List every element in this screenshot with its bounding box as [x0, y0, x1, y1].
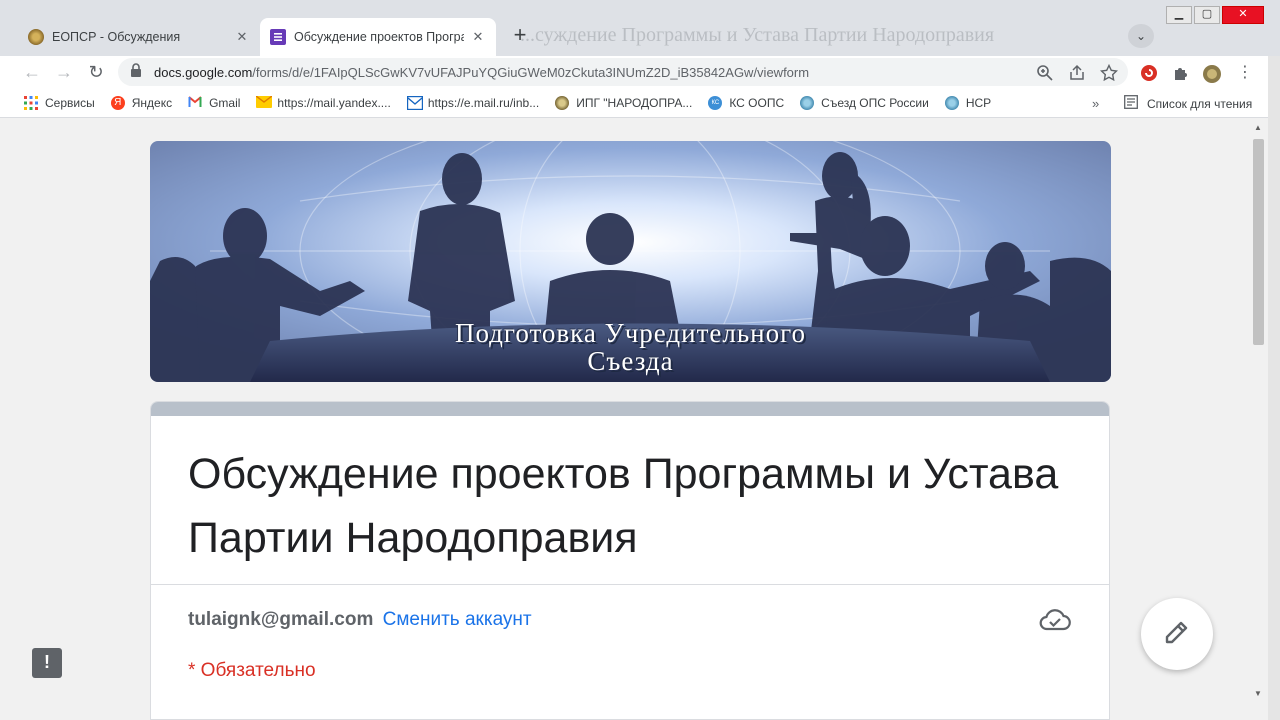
more-bookmarks-button[interactable]: »	[1092, 96, 1099, 111]
tab-google-form[interactable]: Обсуждение проектов Програм ✕	[260, 18, 496, 56]
zoom-icon[interactable]	[1036, 64, 1054, 82]
site-emblem-icon	[28, 29, 44, 45]
bookmark-label: Яндекс	[131, 95, 173, 110]
bookmark-nsr[interactable]: НСР	[944, 95, 992, 110]
bookmarks-bar: Сервисы Я Яндекс Gmail https://mail.yand…	[0, 88, 1280, 118]
extension-red-icon[interactable]	[1140, 64, 1158, 82]
cloud-saved-icon	[1039, 607, 1071, 633]
tab-title: Обсуждение проектов Програм	[294, 30, 464, 44]
menu-kebab-icon[interactable]: ⋮	[1236, 64, 1254, 82]
edit-response-button[interactable]	[1141, 598, 1213, 670]
bookmark-label: Съезд ОПС России	[821, 95, 929, 110]
reading-list-button[interactable]: Список для чтения	[1124, 95, 1252, 112]
page-scrollbar[interactable]: ▲ ▼	[1250, 119, 1268, 720]
gmail-icon	[188, 95, 202, 110]
bookmark-label: https://e.mail.ru/inb...	[427, 95, 540, 110]
bookmark-label: Gmail	[209, 95, 241, 110]
bookmark-star-icon[interactable]	[1099, 63, 1119, 82]
bookmark-yandex[interactable]: Я Яндекс	[110, 95, 173, 110]
apps-grid-icon	[24, 95, 38, 110]
required-note: * Обязательно	[188, 660, 316, 681]
forward-button[interactable]: →	[52, 60, 76, 84]
share-icon[interactable]	[1068, 64, 1086, 82]
new-tab-button[interactable]: +	[508, 24, 532, 48]
bookmark-ops-congress[interactable]: Съезд ОПС России	[800, 95, 929, 110]
tab-title: ЕОПСР - Обсуждения	[52, 30, 181, 44]
bookmark-label: Сервисы	[45, 95, 95, 110]
bookmark-ks-oops[interactable]: КС КС ООПС	[708, 95, 785, 110]
globe-icon	[944, 95, 959, 110]
mail-envelope-icon	[256, 94, 273, 110]
globe-icon	[800, 95, 815, 110]
bookmark-ipg[interactable]: ИПГ "НАРОДОПРА...	[555, 95, 693, 110]
close-icon[interactable]: ✕	[234, 29, 250, 45]
maximize-button[interactable]: ▢	[1194, 6, 1220, 24]
tab-eopsr[interactable]: ЕОПСР - Обсуждения ✕	[18, 18, 260, 56]
background-window-title: ...суждение Программы и Устава Партии На…	[520, 24, 995, 46]
window-border	[1268, 56, 1280, 720]
close-window-button[interactable]: ✕	[1222, 6, 1264, 24]
extensions-puzzle-icon[interactable]	[1172, 64, 1190, 82]
ks-icon: КС	[708, 95, 723, 110]
reading-list-icon	[1124, 95, 1138, 112]
bookmark-label: КС ООПС	[729, 95, 785, 110]
mailru-icon	[406, 95, 424, 110]
bookmark-label: НСР	[965, 95, 992, 110]
banner-heading-line2: Съезда	[587, 346, 674, 376]
google-forms-icon	[270, 29, 286, 45]
browser-toolbar: ← → ↻ docs.google.com/forms/d/e/1FAIpQLS…	[0, 56, 1280, 88]
scroll-down-arrow-icon[interactable]: ▼	[1254, 689, 1262, 698]
minimize-button[interactable]: ▁	[1166, 6, 1192, 24]
scrollbar-thumb[interactable]	[1253, 139, 1264, 345]
switch-account-link[interactable]: Сменить аккаунт	[383, 609, 532, 630]
profile-avatar-icon[interactable]	[1202, 64, 1221, 83]
close-icon[interactable]: ✕	[470, 29, 486, 45]
pencil-icon	[1163, 618, 1191, 651]
account-info: tulaignk@gmail.com Сменить аккаунт	[188, 609, 532, 631]
banner-heading-line1: Подготовка Учредительного	[454, 318, 807, 348]
browser-titlebar: ...суждение Программы и Устава Партии На…	[0, 0, 1280, 56]
bookmark-services[interactable]: Сервисы	[24, 95, 95, 110]
report-problem-button[interactable]: !	[32, 648, 62, 678]
url-text: docs.google.com/forms/d/e/1FAIpQLScGwKV7…	[154, 64, 810, 80]
bookmark-gmail[interactable]: Gmail	[188, 96, 240, 110]
exclamation-icon: !	[44, 652, 50, 672]
theme-stripe	[151, 402, 1109, 416]
scroll-up-arrow-icon[interactable]: ▲	[1254, 123, 1262, 132]
account-email: tulaignk@gmail.com	[188, 609, 374, 630]
lock-icon	[130, 62, 144, 82]
bookmark-mailru[interactable]: https://e.mail.ru/inb...	[406, 95, 540, 110]
form-header-card: Обсуждение проектов Программы и Устава П…	[150, 401, 1110, 720]
form-header-image: Подготовка Учредительного Съезда	[150, 141, 1111, 382]
bookmark-label: https://mail.yandex....	[277, 95, 391, 110]
yandex-icon: Я	[110, 95, 125, 110]
back-button[interactable]: ←	[20, 60, 44, 84]
bookmark-yandex-mail[interactable]: https://mail.yandex....	[256, 94, 391, 110]
reload-button[interactable]: ↻	[84, 60, 108, 84]
emblem-icon	[555, 95, 570, 110]
bookmark-label: ИПГ "НАРОДОПРА...	[576, 95, 693, 110]
tab-search-button[interactable]: ⌄	[1128, 24, 1154, 48]
divider	[151, 584, 1109, 585]
reading-list-label: Список для чтения	[1147, 96, 1253, 111]
form-title: Обсуждение проектов Программы и Устава П…	[188, 450, 1059, 562]
address-bar[interactable]: docs.google.com/forms/d/e/1FAIpQLScGwKV7…	[118, 58, 1128, 86]
